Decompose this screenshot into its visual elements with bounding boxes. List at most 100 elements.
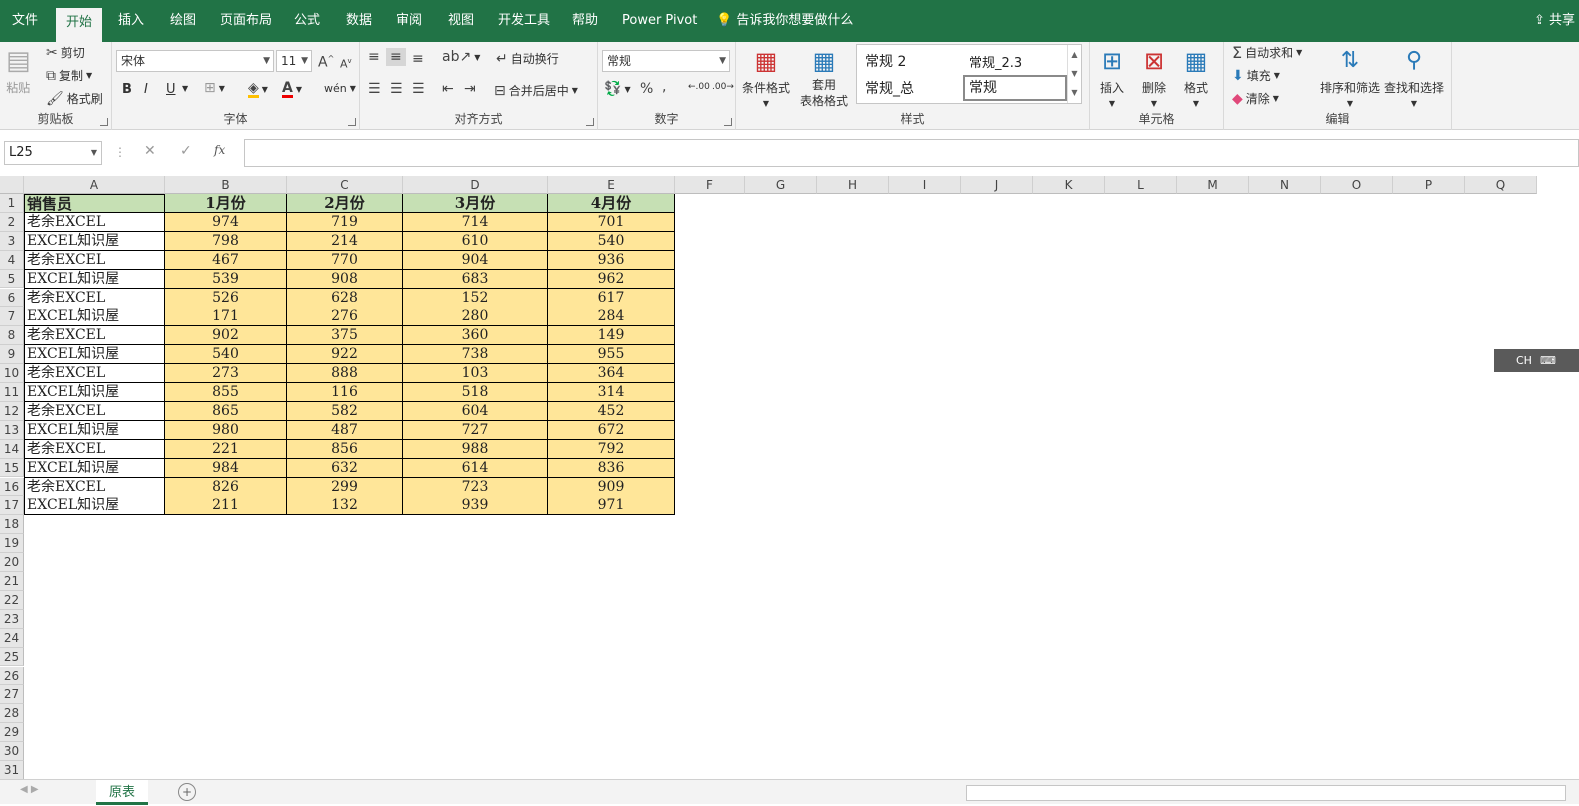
cell-C2[interactable]: 719	[287, 212, 403, 232]
chevron-down-icon[interactable]: ▼	[182, 84, 188, 93]
style-normal-total[interactable]: 常规_总	[865, 78, 914, 98]
cell-B6[interactable]: 526	[165, 288, 287, 308]
row-header[interactable]: 29	[0, 723, 24, 743]
row-header[interactable]: 20	[0, 553, 24, 572]
cell-D1[interactable]: 3月份	[403, 194, 548, 213]
format-painter-button[interactable]: 🖌 格式刷	[46, 90, 103, 107]
cell-C17[interactable]: 132	[287, 496, 403, 516]
cell-C7[interactable]: 276	[287, 307, 403, 327]
column-header-G[interactable]: G	[745, 176, 817, 194]
cell-C8[interactable]: 375	[287, 326, 403, 346]
cell-B8[interactable]: 902	[165, 326, 287, 346]
row-header[interactable]: 27	[0, 685, 24, 705]
cell-B9[interactable]: 540	[165, 345, 287, 365]
format-as-table-button[interactable]: ▦ 套用 表格格式	[800, 46, 848, 108]
cell-E3[interactable]: 540	[548, 231, 675, 251]
cell-A15[interactable]: EXCEL知识屋	[24, 458, 165, 478]
tab-1[interactable]: 开始	[56, 8, 103, 42]
cell-A13[interactable]: EXCEL知识屋	[24, 420, 165, 440]
cell-A8[interactable]: 老余EXCEL	[24, 326, 165, 346]
wrap-text-button[interactable]: ↵ 自动换行	[496, 50, 559, 67]
cell-C1[interactable]: 2月份	[287, 194, 403, 213]
cell-B2[interactable]: 974	[165, 212, 287, 232]
column-header-M[interactable]: M	[1177, 176, 1249, 194]
cell-A7[interactable]: EXCEL知识屋	[24, 307, 165, 327]
cell-B16[interactable]: 826	[165, 477, 287, 497]
row-header[interactable]: 1	[0, 194, 24, 213]
row-header[interactable]: 2	[0, 212, 24, 232]
column-header-E[interactable]: E	[548, 176, 675, 194]
cell-C14[interactable]: 856	[287, 439, 403, 459]
increase-indent-button[interactable]: ⇥	[464, 82, 476, 96]
cell-A10[interactable]: 老余EXCEL	[24, 364, 165, 384]
cell-B3[interactable]: 798	[165, 231, 287, 251]
copy-button[interactable]: ⧉ 复制 ▼	[46, 67, 92, 84]
font-color-button[interactable]: A ▼	[282, 81, 302, 98]
number-format-select[interactable]: 常规 ▼	[602, 50, 730, 72]
tab-4[interactable]: 页面布局	[210, 4, 282, 38]
name-box[interactable]: L25 ▼	[4, 141, 102, 165]
increase-decimal-button[interactable]: ←.00	[688, 82, 710, 92]
cell-D8[interactable]: 360	[403, 326, 548, 346]
cell-E17[interactable]: 971	[548, 496, 675, 516]
tab-9[interactable]: 开发工具	[488, 4, 560, 38]
column-header-H[interactable]: H	[817, 176, 889, 194]
underline-button[interactable]: U	[166, 82, 176, 97]
cell-E13[interactable]: 672	[548, 420, 675, 440]
row-header[interactable]: 11	[0, 383, 24, 402]
align-left-button[interactable]: ☰	[368, 82, 381, 96]
column-header-O[interactable]: O	[1321, 176, 1393, 194]
share-button[interactable]: ⇪ 共享	[1524, 4, 1579, 38]
column-header-I[interactable]: I	[889, 176, 961, 194]
cell-D13[interactable]: 727	[403, 420, 548, 440]
select-all-corner[interactable]	[0, 176, 24, 194]
align-center-button[interactable]: ☰	[390, 82, 403, 96]
cell-D3[interactable]: 610	[403, 231, 548, 251]
column-header-K[interactable]: K	[1033, 176, 1105, 194]
row-header[interactable]: 25	[0, 647, 24, 667]
column-header-A[interactable]: A	[24, 176, 165, 194]
column-header-P[interactable]: P	[1393, 176, 1465, 194]
align-middle-button[interactable]: ≡	[386, 48, 406, 66]
cell-B5[interactable]: 539	[165, 269, 287, 289]
style-normal-2[interactable]: 常规 2	[865, 51, 906, 71]
currency-button[interactable]: 💱 ▼	[604, 82, 631, 96]
cell-D11[interactable]: 518	[403, 383, 548, 402]
font-size-select[interactable]: 11 ▼	[276, 50, 312, 72]
phonetic-button[interactable]: wén ▼	[324, 82, 356, 95]
comma-button[interactable]: ,	[662, 80, 666, 94]
bold-button[interactable]: B	[122, 82, 132, 97]
row-header[interactable]: 30	[0, 742, 24, 761]
cell-C3[interactable]: 214	[287, 231, 403, 251]
cell-C5[interactable]: 908	[287, 269, 403, 289]
sort-filter-button[interactable]: ⇅ 排序和筛选 ▼	[1320, 46, 1380, 108]
cell-A3[interactable]: EXCEL知识屋	[24, 231, 165, 251]
insert-function-icon[interactable]: fx	[214, 143, 225, 157]
row-header[interactable]: 23	[0, 609, 24, 629]
row-header[interactable]: 15	[0, 458, 24, 478]
row-header[interactable]: 22	[0, 590, 24, 610]
cell-A9[interactable]: EXCEL知识屋	[24, 345, 165, 365]
sheet-tab[interactable]: 原表	[96, 780, 148, 805]
row-header[interactable]: 7	[0, 307, 24, 327]
cell-B10[interactable]: 273	[165, 364, 287, 384]
decrease-indent-button[interactable]: ⇤	[442, 82, 454, 96]
cell-E12[interactable]: 452	[548, 401, 675, 421]
orientation-button[interactable]: ab↗ ▼	[442, 50, 480, 64]
tab-6[interactable]: 数据	[336, 4, 382, 38]
row-header[interactable]: 31	[0, 761, 24, 779]
cell-D12[interactable]: 604	[403, 401, 548, 421]
conditional-format-button[interactable]: ▦ 条件格式 ▼	[742, 46, 790, 108]
cell-E2[interactable]: 701	[548, 212, 675, 232]
row-header[interactable]: 19	[0, 534, 24, 554]
column-header-B[interactable]: B	[165, 176, 287, 194]
cell-A17[interactable]: EXCEL知识屋	[24, 496, 165, 516]
cell-B4[interactable]: 467	[165, 250, 287, 270]
row-header[interactable]: 5	[0, 269, 24, 289]
cell-E8[interactable]: 149	[548, 326, 675, 346]
tab-2[interactable]: 插入	[108, 4, 154, 38]
column-header-J[interactable]: J	[961, 176, 1033, 194]
tab-0[interactable]: 文件	[2, 4, 48, 38]
cell-B14[interactable]: 221	[165, 439, 287, 459]
font-launcher-icon[interactable]	[348, 118, 356, 126]
